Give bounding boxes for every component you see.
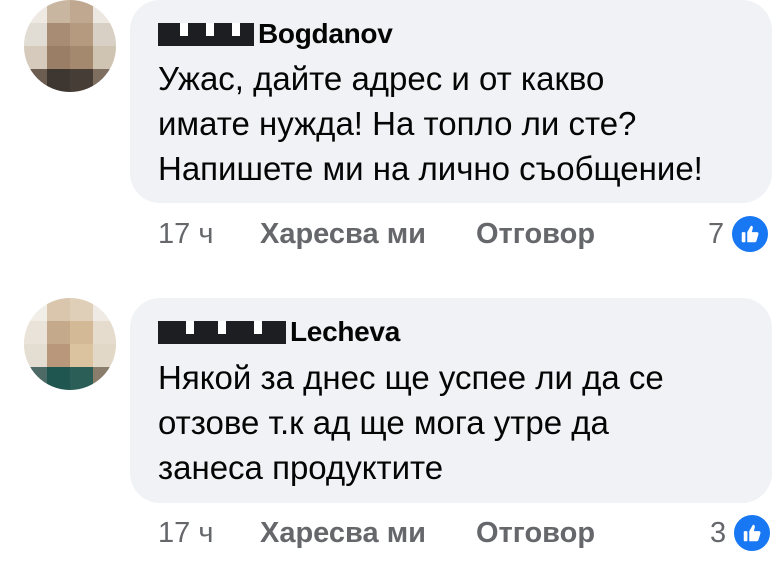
author-name[interactable]: Bogdanov [258, 18, 393, 50]
comment-1-avatar[interactable] [24, 0, 116, 92]
comment-1-author[interactable]: Bogdanov [158, 16, 393, 52]
comment-2-actions: 17 ч Харесва ми Отговор [158, 513, 595, 553]
avatar-pixelated-image [24, 298, 116, 390]
like-button[interactable]: Харесва ми [260, 517, 476, 550]
author-name[interactable]: Lecheva [290, 316, 400, 348]
comment-1-reactions[interactable]: 7 [708, 214, 771, 254]
comment-1-actions: 17 ч Харесва ми Отговор [158, 214, 595, 254]
comment-1-text: Ужас, дайте адрес и от какво имате нужда… [158, 56, 703, 191]
comment-2-avatar[interactable] [24, 298, 116, 390]
comment-2-reactions[interactable]: 3 [710, 513, 773, 553]
comment-time[interactable]: 17 ч [158, 517, 260, 550]
comment-line: занеса продуктите [158, 449, 444, 486]
comment-line: отзове т.к ад ще мога утре да [158, 404, 609, 441]
comment-line: Ужас, дайте адрес и от какво [158, 60, 605, 97]
comment-2-text: Някой за днес ще успее ли да се отзове т… [158, 355, 664, 490]
comment-2-author[interactable]: Lecheva [158, 314, 400, 350]
comment-time[interactable]: 17 ч [158, 218, 260, 251]
comment-1-bubble: Bogdanov Ужас, дайте адрес и от какво им… [130, 0, 772, 203]
comment-2-bubble: Lecheva Някой за днес ще успее ли да се … [130, 298, 772, 503]
reply-button[interactable]: Отговор [476, 517, 595, 550]
redacted-name-mark [158, 19, 254, 49]
reply-button[interactable]: Отговор [476, 218, 595, 251]
redacted-name-mark [158, 317, 286, 347]
reaction-count: 7 [708, 217, 725, 250]
comment-line: Някой за днес ще успее ли да се [158, 359, 664, 396]
comment-line: Напишете ми на лично съобщение! [158, 150, 703, 187]
reaction-count: 3 [710, 516, 727, 549]
thumbs-up-icon [732, 513, 773, 553]
thumbs-up-icon [730, 214, 771, 254]
avatar-pixelated-image [24, 0, 116, 92]
like-button[interactable]: Харесва ми [260, 218, 476, 251]
comment-line: имате нужда! На топло ли сте? [158, 105, 637, 142]
